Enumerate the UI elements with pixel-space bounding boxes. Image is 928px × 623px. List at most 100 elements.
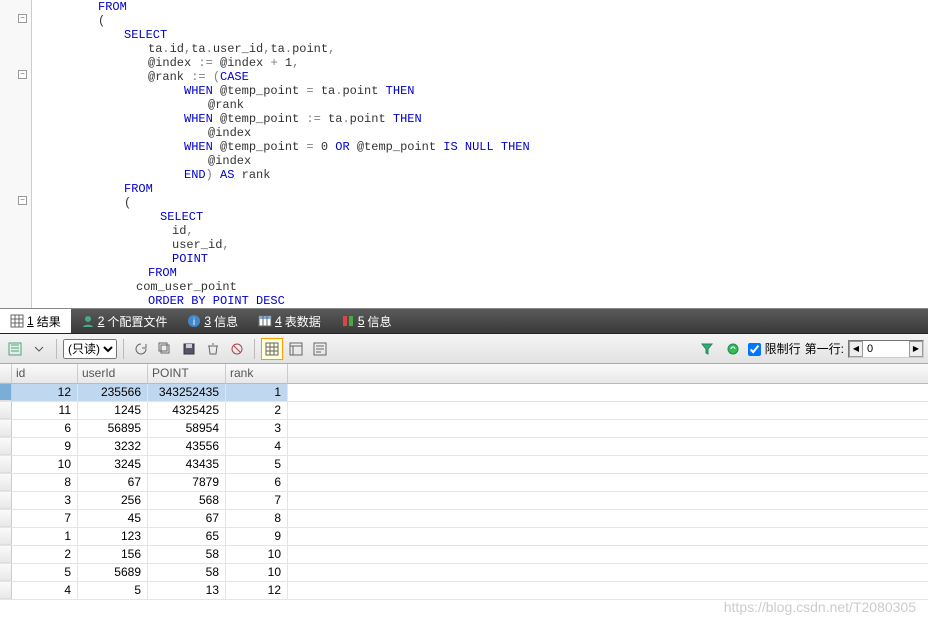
row-marker[interactable] <box>0 564 12 581</box>
col-rank[interactable]: rank <box>226 364 288 383</box>
tab-表数据[interactable]: 4 表数据 <box>248 309 331 333</box>
table-row[interactable]: 122355663432524351 <box>0 384 928 402</box>
tab-个配置文件[interactable]: 2 个配置文件 <box>71 309 178 333</box>
table-row[interactable]: 11124543254252 <box>0 402 928 420</box>
cell-userid[interactable]: 1245 <box>78 402 148 419</box>
table-row[interactable]: 451312 <box>0 582 928 600</box>
cell-id[interactable]: 7 <box>12 510 78 527</box>
form-view-icon[interactable] <box>285 338 307 360</box>
row-marker[interactable] <box>0 492 12 509</box>
cell-point[interactable]: 65 <box>148 528 226 545</box>
table-row[interactable]: 656895589543 <box>0 420 928 438</box>
table-row[interactable]: 103245434355 <box>0 456 928 474</box>
cell-rank[interactable]: 5 <box>226 456 288 473</box>
readonly-select[interactable]: (只读) <box>63 339 117 359</box>
cancel-icon[interactable] <box>226 338 248 360</box>
row-marker[interactable] <box>0 474 12 491</box>
cell-userid[interactable]: 256 <box>78 492 148 509</box>
cell-point[interactable]: 58954 <box>148 420 226 437</box>
cell-id[interactable]: 6 <box>12 420 78 437</box>
limit-rows-checkbox[interactable]: 限制行 <box>748 340 800 357</box>
first-row-spinner[interactable]: ◀ ▶ <box>848 340 924 358</box>
fold-icon[interactable]: − <box>18 196 27 205</box>
row-marker[interactable] <box>0 384 12 401</box>
cell-userid[interactable]: 123 <box>78 528 148 545</box>
export-icon[interactable] <box>4 338 26 360</box>
row-marker[interactable] <box>0 402 12 419</box>
cell-userid[interactable]: 5689 <box>78 564 148 581</box>
cell-userid[interactable]: 45 <box>78 510 148 527</box>
result-grid[interactable]: id userId POINT rank 1223556634325243511… <box>0 364 928 600</box>
cell-rank[interactable]: 3 <box>226 420 288 437</box>
cell-point[interactable]: 43435 <box>148 456 226 473</box>
spin-right-icon[interactable]: ▶ <box>909 341 923 357</box>
dropdown-icon[interactable] <box>28 338 50 360</box>
cell-point[interactable]: 67 <box>148 510 226 527</box>
filter-icon[interactable] <box>696 338 718 360</box>
table-row[interactable]: 86778796 <box>0 474 928 492</box>
tab-信息[interactable]: i3 信息 <box>177 309 248 333</box>
table-row[interactable]: 32565687 <box>0 492 928 510</box>
cell-userid[interactable]: 5 <box>78 582 148 599</box>
delete-icon[interactable] <box>202 338 224 360</box>
grid-view-icon[interactable] <box>261 338 283 360</box>
refresh-green-icon[interactable] <box>722 338 744 360</box>
cell-point[interactable]: 343252435 <box>148 384 226 401</box>
cell-rank[interactable]: 10 <box>226 564 288 581</box>
cell-id[interactable]: 1 <box>12 528 78 545</box>
table-row[interactable]: 1123659 <box>0 528 928 546</box>
row-marker[interactable] <box>0 456 12 473</box>
cell-point[interactable]: 7879 <box>148 474 226 491</box>
cell-id[interactable]: 12 <box>12 384 78 401</box>
cell-point[interactable]: 58 <box>148 546 226 563</box>
tab-信息[interactable]: 5 信息 <box>331 309 402 333</box>
row-marker[interactable] <box>0 510 12 527</box>
cell-id[interactable]: 5 <box>12 564 78 581</box>
table-row[interactable]: 93232435564 <box>0 438 928 456</box>
cell-rank[interactable]: 4 <box>226 438 288 455</box>
col-userid[interactable]: userId <box>78 364 148 383</box>
cell-id[interactable]: 3 <box>12 492 78 509</box>
cell-point[interactable]: 13 <box>148 582 226 599</box>
spin-left-icon[interactable]: ◀ <box>849 341 863 357</box>
cell-rank[interactable]: 2 <box>226 402 288 419</box>
save-icon[interactable] <box>178 338 200 360</box>
cell-rank[interactable]: 8 <box>226 510 288 527</box>
col-id[interactable]: id <box>12 364 78 383</box>
cell-userid[interactable]: 56895 <box>78 420 148 437</box>
code-content[interactable]: FROM(SELECTta.id,ta.user_id,ta.point,@in… <box>32 0 536 308</box>
cell-id[interactable]: 8 <box>12 474 78 491</box>
text-view-icon[interactable] <box>309 338 331 360</box>
cell-id[interactable]: 10 <box>12 456 78 473</box>
cell-id[interactable]: 2 <box>12 546 78 563</box>
tab-结果[interactable]: 1 结果 <box>0 309 71 333</box>
row-marker[interactable] <box>0 420 12 437</box>
cell-id[interactable]: 4 <box>12 582 78 599</box>
copy-icon[interactable] <box>154 338 176 360</box>
cell-userid[interactable]: 3232 <box>78 438 148 455</box>
cell-rank[interactable]: 9 <box>226 528 288 545</box>
cell-userid[interactable]: 156 <box>78 546 148 563</box>
cell-rank[interactable]: 6 <box>226 474 288 491</box>
table-row[interactable]: 745678 <box>0 510 928 528</box>
cell-id[interactable]: 11 <box>12 402 78 419</box>
cell-userid[interactable]: 3245 <box>78 456 148 473</box>
cell-rank[interactable]: 7 <box>226 492 288 509</box>
table-row[interactable]: 21565810 <box>0 546 928 564</box>
cell-point[interactable]: 43556 <box>148 438 226 455</box>
row-marker[interactable] <box>0 582 12 599</box>
cell-rank[interactable]: 12 <box>226 582 288 599</box>
cell-rank[interactable]: 10 <box>226 546 288 563</box>
table-row[interactable]: 556895810 <box>0 564 928 582</box>
row-marker[interactable] <box>0 438 12 455</box>
row-marker[interactable] <box>0 528 12 545</box>
col-point[interactable]: POINT <box>148 364 226 383</box>
cell-id[interactable]: 9 <box>12 438 78 455</box>
refresh-icon[interactable] <box>130 338 152 360</box>
fold-icon[interactable]: − <box>18 14 27 23</box>
cell-rank[interactable]: 1 <box>226 384 288 401</box>
cell-userid[interactable]: 67 <box>78 474 148 491</box>
cell-point[interactable]: 4325425 <box>148 402 226 419</box>
cell-point[interactable]: 568 <box>148 492 226 509</box>
first-row-input[interactable] <box>863 342 909 356</box>
